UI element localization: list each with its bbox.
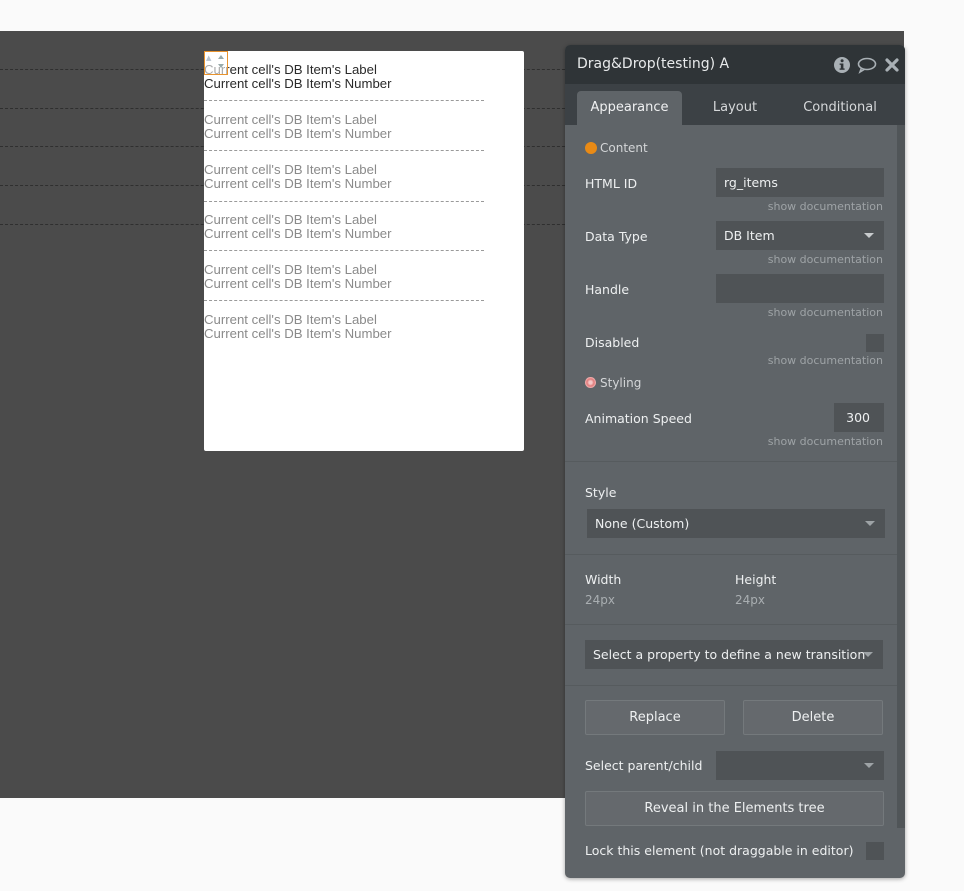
rg-cell[interactable]: Current cell's DB Item's Label Current c… (204, 62, 484, 101)
content-section-header: Content (585, 141, 648, 155)
close-icon[interactable] (884, 56, 902, 74)
repeating-group[interactable]: Current cell's DB Item's Label Current c… (204, 51, 524, 451)
height-value: 24px (735, 593, 765, 607)
orange-icon (585, 142, 597, 154)
rg-cell[interactable]: Current cell's DB Item's Label Current c… (204, 313, 484, 341)
width-value: 24px (585, 593, 615, 607)
styling-section-header: Styling (585, 376, 641, 390)
cell-number-text: Current cell's DB Item's Number (204, 226, 392, 241)
data-type-dropdown[interactable]: DB Item (716, 221, 884, 250)
cell-number-text: Current cell's DB Item's Number (204, 326, 392, 341)
cell-number-text: Current cell's DB Item's Number (204, 126, 392, 141)
show-documentation-link[interactable]: show documentation (768, 354, 883, 367)
show-documentation-link[interactable]: show documentation (768, 253, 883, 266)
property-editor-panel: Drag&Drop(testing) A Appearance Layout C… (565, 45, 905, 878)
rg-cell[interactable]: Current cell's DB Item's Label Current c… (204, 112, 484, 151)
panel-body: Content HTML ID rg_items show documentat… (565, 125, 897, 878)
chevron-down-icon (863, 652, 873, 657)
cell-label-text: Current cell's DB Item's Label (204, 212, 377, 227)
data-type-value: DB Item (724, 228, 775, 243)
tab-conditional[interactable]: Conditional (790, 91, 890, 125)
delete-button[interactable]: Delete (743, 700, 883, 735)
rg-cell[interactable]: Current cell's DB Item's Label Current c… (204, 212, 484, 251)
cell-label-text: Current cell's DB Item's Label (204, 62, 377, 77)
rg-cell[interactable]: Current cell's DB Item's Label Current c… (204, 162, 484, 202)
section-divider (565, 554, 897, 555)
panel-title: Drag&Drop(testing) A (577, 56, 730, 72)
drag-drop-element-selected[interactable]: ▲ (204, 51, 228, 75)
cell-separator (204, 100, 484, 101)
animation-speed-input[interactable]: 300 (834, 403, 884, 432)
content-section-title: Content (600, 141, 648, 155)
style-dropdown[interactable]: None (Custom) (587, 509, 885, 538)
chevron-down-icon (865, 521, 875, 526)
parent-child-dropdown[interactable] (716, 751, 884, 780)
handle-label: Handle (585, 282, 630, 297)
section-divider (565, 461, 897, 462)
section-divider (565, 624, 897, 625)
cell-label-text: Current cell's DB Item's Label (204, 112, 377, 127)
lock-element-label: Lock this element (not draggable in edit… (585, 843, 854, 858)
chevron-down-icon (864, 763, 874, 768)
cell-separator (204, 300, 484, 301)
cell-separator (204, 201, 484, 202)
styling-section-title: Styling (600, 376, 642, 390)
cell-label-text: Current cell's DB Item's Label (204, 312, 377, 327)
style-label: Style (585, 485, 617, 500)
transition-placeholder: Select a property to define a new transi… (593, 647, 866, 662)
cell-label-text: Current cell's DB Item's Label (204, 262, 377, 277)
animation-speed-label: Animation Speed (585, 411, 692, 426)
cell-separator (204, 250, 484, 251)
show-documentation-link[interactable]: show documentation (768, 306, 883, 319)
tab-layout[interactable]: Layout (685, 91, 785, 125)
tab-appearance[interactable]: Appearance (577, 91, 682, 125)
tab-bar: Appearance Layout Conditional (565, 84, 905, 125)
transition-dropdown[interactable]: Select a property to define a new transi… (585, 640, 883, 669)
comment-icon[interactable] (857, 56, 877, 74)
cell-separator (204, 150, 484, 151)
show-documentation-link[interactable]: show documentation (768, 200, 883, 213)
replace-button[interactable]: Replace (585, 700, 725, 735)
show-documentation-link[interactable]: show documentation (768, 435, 883, 448)
cell-number-text: Current cell's DB Item's Number (204, 76, 392, 91)
cell-number-text: Current cell's DB Item's Number (204, 276, 392, 291)
disabled-checkbox[interactable] (866, 334, 884, 352)
panel-scrollbar[interactable] (897, 125, 905, 828)
reveal-in-elements-tree-button[interactable]: Reveal in the Elements tree (585, 791, 884, 826)
handle-input[interactable] (716, 274, 884, 303)
section-divider (565, 685, 897, 686)
plugin-icon: ▲ (206, 54, 212, 62)
cell-number-text: Current cell's DB Item's Number (204, 176, 392, 191)
html-id-input[interactable]: rg_items (716, 168, 884, 197)
data-type-label: Data Type (585, 229, 648, 244)
parent-child-label: Select parent/child (585, 758, 703, 773)
info-icon[interactable] (833, 56, 851, 74)
width-label: Width (585, 572, 622, 587)
cell-label-text: Current cell's DB Item's Label (204, 162, 377, 177)
height-label: Height (735, 572, 777, 587)
disabled-label: Disabled (585, 335, 640, 350)
style-value: None (Custom) (595, 516, 690, 531)
lock-element-checkbox[interactable] (866, 842, 884, 860)
spinner-arrows-icon (216, 53, 225, 73)
chevron-down-icon (864, 233, 874, 238)
rg-cell[interactable]: Current cell's DB Item's Label Current c… (204, 262, 484, 301)
panel-header[interactable]: Drag&Drop(testing) A (565, 45, 905, 84)
html-id-label: HTML ID (585, 176, 638, 191)
lollipop-icon (585, 377, 596, 388)
